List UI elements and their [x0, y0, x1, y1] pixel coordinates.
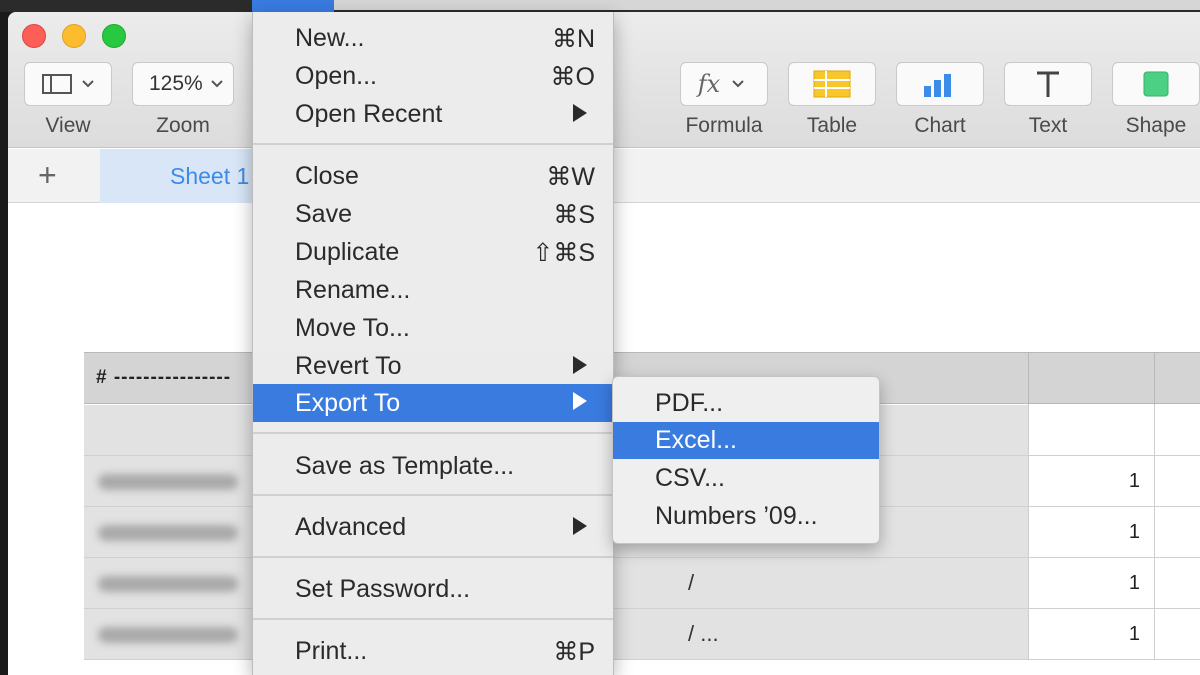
- shortcut: ⌘S: [553, 201, 595, 229]
- chevron-down-icon: [732, 80, 744, 88]
- submenu-item-pdf[interactable]: PDF...: [613, 385, 879, 422]
- zoom-window-button[interactable]: [102, 24, 126, 48]
- tab-sheet-1[interactable]: Sheet 1: [100, 149, 260, 203]
- table-label: Table: [806, 114, 858, 137]
- menu-item-print[interactable]: Print... ⌘P: [253, 633, 613, 669]
- menu-item-revert-to[interactable]: Revert To: [253, 348, 613, 384]
- sheet-tab-label: Sheet 1: [170, 163, 250, 189]
- blurred-text: [98, 525, 238, 541]
- menubar-remnant: [334, 0, 1200, 10]
- bar-chart-icon: [924, 74, 951, 97]
- chart-button[interactable]: [896, 62, 984, 106]
- submenu-arrow-icon: [573, 517, 587, 535]
- menu-item-close[interactable]: Close ⌘W: [253, 158, 613, 194]
- menu-item-duplicate[interactable]: Duplicate ⇧⌘S: [253, 234, 613, 270]
- menu-item-move-to[interactable]: Move To...: [253, 310, 613, 346]
- menu-item-new[interactable]: New... ⌘N: [253, 20, 613, 56]
- function-icon: fx: [697, 70, 721, 98]
- submenu-arrow-icon: [573, 356, 587, 374]
- menu-item-open[interactable]: Open... ⌘O: [253, 58, 613, 94]
- menu-item-export-to[interactable]: Export To: [253, 384, 613, 422]
- chevron-down-icon: [211, 80, 223, 88]
- zoom-value: 125%: [149, 72, 203, 95]
- blurred-text: [98, 576, 238, 592]
- file-menu-title-highlight[interactable]: [252, 0, 334, 12]
- column-divider: [1028, 353, 1029, 405]
- menu-item-open-recent[interactable]: Open Recent: [253, 96, 613, 132]
- menu-item-save[interactable]: Save ⌘S: [253, 196, 613, 232]
- row-value: 1: [1128, 623, 1140, 645]
- top-strip: [0, 0, 1200, 12]
- blurred-text: [98, 474, 238, 490]
- zoom-select[interactable]: 125%: [132, 62, 234, 106]
- minimize-window-button[interactable]: [62, 24, 86, 48]
- formula-label: Formula: [685, 114, 763, 137]
- chart-label: Chart: [914, 114, 966, 137]
- shortcut: ⌘W: [546, 163, 595, 191]
- menu-separator: [253, 143, 613, 145]
- menu-item-advanced[interactable]: Advanced: [253, 509, 613, 545]
- view-button[interactable]: [24, 62, 112, 106]
- submenu-arrow-icon: [573, 104, 587, 122]
- shape-label: Shape: [1125, 114, 1187, 137]
- row-text: / ...: [688, 621, 719, 646]
- table-icon: [813, 70, 851, 98]
- add-sheet-button[interactable]: +: [38, 157, 57, 194]
- text-icon: [1037, 71, 1059, 97]
- row-value: 1: [1128, 470, 1140, 492]
- column-divider: [1154, 353, 1155, 405]
- menu-separator: [253, 432, 613, 434]
- submenu-item-numbers-09[interactable]: Numbers ’09...: [613, 498, 879, 535]
- row-text: /: [688, 570, 695, 595]
- shortcut: ⌘P: [553, 638, 595, 666]
- menu-item-rename[interactable]: Rename...: [253, 272, 613, 308]
- row-value: 1: [1128, 521, 1140, 543]
- sidebar-layout-icon: [42, 74, 94, 94]
- header-cell: # ----------------: [96, 367, 232, 388]
- submenu-item-csv[interactable]: CSV...: [613, 460, 879, 497]
- shape-icon: [1143, 71, 1169, 97]
- menu-separator: [253, 556, 613, 558]
- text-label: Text: [1028, 114, 1068, 137]
- file-menu: New... ⌘N Open... ⌘O Open Recent Close ⌘…: [252, 12, 614, 675]
- shortcut: ⌘O: [550, 63, 595, 91]
- shortcut: ⌘N: [551, 25, 595, 53]
- menu-item-set-password[interactable]: Set Password...: [253, 571, 613, 607]
- export-submenu: PDF... Excel... CSV... Numbers ’09...: [612, 376, 880, 544]
- close-window-button[interactable]: [22, 24, 46, 48]
- formula-button[interactable]: fx: [680, 62, 768, 106]
- menu-item-save-as-template[interactable]: Save as Template...: [253, 448, 613, 484]
- submenu-item-excel[interactable]: Excel...: [613, 422, 879, 459]
- row-value: 1: [1128, 572, 1140, 594]
- text-button[interactable]: [1004, 62, 1092, 106]
- view-label: View: [45, 114, 91, 137]
- zoom-label: Zoom: [156, 114, 210, 137]
- menu-separator: [253, 618, 613, 620]
- table-button[interactable]: [788, 62, 876, 106]
- blurred-text: [98, 627, 238, 643]
- submenu-arrow-icon: [573, 392, 587, 410]
- shortcut: ⇧⌘S: [532, 239, 595, 267]
- menu-separator: [253, 494, 613, 496]
- shape-button[interactable]: [1112, 62, 1200, 106]
